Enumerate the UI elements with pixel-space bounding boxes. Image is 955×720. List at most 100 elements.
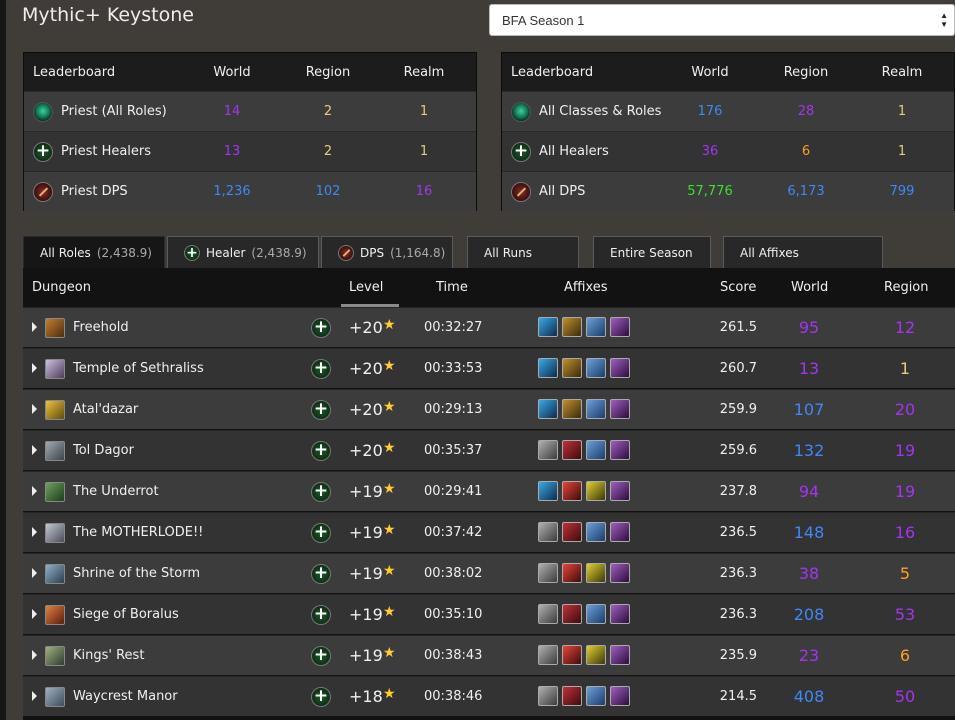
leaderboard-row[interactable]: All Classes & Roles 176 28 1 bbox=[502, 91, 954, 131]
star-icon: ★ bbox=[383, 563, 396, 579]
infested-affix-icon[interactable] bbox=[610, 686, 630, 706]
raging-affix-icon[interactable] bbox=[562, 645, 582, 665]
infested-affix-icon[interactable] bbox=[610, 604, 630, 624]
bolstering-affix-icon[interactable] bbox=[586, 645, 606, 665]
infested-affix-icon[interactable] bbox=[610, 481, 630, 501]
fortified-affix-icon[interactable] bbox=[586, 686, 606, 706]
sanguine-affix-icon[interactable] bbox=[562, 440, 582, 460]
leaderboard-row[interactable]: Priest (All Roles) 14 2 1 bbox=[24, 91, 476, 131]
table-row[interactable]: Waycrest Manor +18 ★ 00:38:46 214.5 408 … bbox=[23, 676, 955, 716]
realm-rank: 1 bbox=[897, 104, 907, 119]
fortified-affix-icon[interactable] bbox=[586, 358, 606, 378]
teeming-affix-icon[interactable] bbox=[538, 399, 558, 419]
tyrannical-affix-icon[interactable] bbox=[562, 317, 582, 337]
expand-arrow-icon[interactable] bbox=[32, 527, 37, 537]
table-row[interactable]: Shrine of the Storm +19 ★ 00:38:02 236.3… bbox=[23, 553, 955, 593]
world-rank: 132 bbox=[793, 441, 825, 460]
header-region[interactable]: Region bbox=[884, 280, 929, 295]
leaderboard-row[interactable]: All DPS 57,776 6,173 799 bbox=[502, 171, 954, 211]
header-level[interactable]: Level bbox=[349, 280, 383, 295]
infested-affix-icon[interactable] bbox=[610, 440, 630, 460]
header-world[interactable]: World bbox=[791, 280, 828, 295]
table-row[interactable]: The Underrot +19 ★ 00:29:41 237.8 94 19 bbox=[23, 471, 955, 511]
realm-rank: 1 bbox=[419, 144, 429, 159]
fortified-affix-icon[interactable] bbox=[586, 399, 606, 419]
leaderboard-row[interactable]: All Healers 36 6 1 bbox=[502, 131, 954, 171]
expand-arrow-icon[interactable] bbox=[32, 486, 37, 496]
infested-affix-icon[interactable] bbox=[610, 522, 630, 542]
header-dungeon[interactable]: Dungeon bbox=[32, 280, 91, 295]
tyrannical-affix-icon[interactable] bbox=[562, 358, 582, 378]
fortified-affix-icon[interactable] bbox=[586, 604, 606, 624]
infested-affix-icon[interactable] bbox=[610, 645, 630, 665]
table-row[interactable]: Atal'dazar +20 ★ 00:29:13 259.9 107 20 bbox=[23, 389, 955, 429]
affix-list bbox=[538, 358, 630, 378]
table-row[interactable]: Siege of Boralus +19 ★ 00:35:10 236.3 20… bbox=[23, 594, 955, 634]
quaking-affix-icon[interactable] bbox=[538, 686, 558, 706]
fortified-affix-icon[interactable] bbox=[586, 440, 606, 460]
affix-list bbox=[538, 317, 630, 337]
expand-arrow-icon[interactable] bbox=[32, 322, 37, 332]
quaking-affix-icon[interactable] bbox=[538, 645, 558, 665]
sanguine-affix-icon[interactable] bbox=[562, 522, 582, 542]
table-row[interactable]: The MOTHERLODE!! +19 ★ 00:37:42 236.5 14… bbox=[23, 512, 955, 552]
tyrannical-affix-icon[interactable] bbox=[562, 399, 582, 419]
sanguine-affix-icon[interactable] bbox=[562, 686, 582, 706]
expand-arrow-icon[interactable] bbox=[32, 404, 37, 414]
table-row[interactable]: Temple of Sethraliss +20 ★ 00:33:53 260.… bbox=[23, 348, 955, 388]
teeming-affix-icon[interactable] bbox=[538, 358, 558, 378]
tab-dps[interactable]: DPS (1,164.8) bbox=[321, 236, 453, 268]
infested-affix-icon[interactable] bbox=[610, 563, 630, 583]
leaderboard-row[interactable]: Priest DPS 1,236 102 16 bbox=[24, 171, 476, 211]
table-row[interactable]: Kings' Rest +19 ★ 00:38:43 235.9 23 6 bbox=[23, 635, 955, 675]
run-score: 236.5 bbox=[719, 525, 757, 540]
header-score[interactable]: Score bbox=[720, 280, 756, 295]
star-icon: ★ bbox=[383, 522, 396, 538]
sanguine-affix-icon[interactable] bbox=[562, 604, 582, 624]
quaking-affix-icon[interactable] bbox=[538, 440, 558, 460]
healer-role-icon bbox=[511, 140, 531, 162]
select-arrows-icon: ▲ ▼ bbox=[940, 11, 948, 29]
infested-affix-icon[interactable] bbox=[610, 399, 630, 419]
header-time[interactable]: Time bbox=[436, 280, 468, 295]
region-rank: 12 bbox=[894, 318, 916, 337]
teeming-affix-icon[interactable] bbox=[538, 481, 558, 501]
teeming-affix-icon[interactable] bbox=[538, 317, 558, 337]
raging-affix-icon[interactable] bbox=[562, 481, 582, 501]
world-rank: 148 bbox=[793, 523, 825, 542]
infested-affix-icon[interactable] bbox=[610, 358, 630, 378]
healer-role-icon bbox=[311, 439, 331, 461]
tab-all-roles[interactable]: All Roles (2,438.9) bbox=[23, 236, 165, 268]
bolstering-affix-icon[interactable] bbox=[586, 563, 606, 583]
tab-all-runs[interactable]: All Runs bbox=[467, 236, 579, 268]
tab-all-affixes[interactable]: All Affixes bbox=[723, 236, 883, 268]
expand-arrow-icon[interactable] bbox=[32, 609, 37, 619]
expand-arrow-icon[interactable] bbox=[32, 363, 37, 373]
region-rank: 53 bbox=[894, 605, 916, 624]
infested-affix-icon[interactable] bbox=[610, 317, 630, 337]
expand-arrow-icon[interactable] bbox=[32, 650, 37, 660]
expand-arrow-icon[interactable] bbox=[32, 691, 37, 701]
fortified-affix-icon[interactable] bbox=[586, 522, 606, 542]
bolstering-affix-icon[interactable] bbox=[586, 481, 606, 501]
region-rank: 28 bbox=[797, 104, 815, 119]
region-rank: 5 bbox=[899, 564, 911, 583]
table-row[interactable]: Tol Dagor +20 ★ 00:35:37 259.6 132 19 bbox=[23, 430, 955, 470]
quaking-affix-icon[interactable] bbox=[538, 563, 558, 583]
world-rank: 176 bbox=[697, 104, 723, 119]
raging-affix-icon[interactable] bbox=[562, 563, 582, 583]
keystone-level: +19 bbox=[349, 605, 383, 624]
run-score: 261.5 bbox=[719, 320, 757, 335]
expand-arrow-icon[interactable] bbox=[32, 445, 37, 455]
quaking-affix-icon[interactable] bbox=[538, 604, 558, 624]
tab-entire-season[interactable]: Entire Season bbox=[593, 236, 711, 268]
tab-healer[interactable]: Healer (2,438.9) bbox=[167, 236, 319, 268]
leaderboard-row[interactable]: Priest Healers 13 2 1 bbox=[24, 131, 476, 171]
season-select[interactable]: BFA Season 1 ▲ ▼ bbox=[489, 4, 955, 36]
expand-arrow-icon[interactable] bbox=[32, 568, 37, 578]
fortified-affix-icon[interactable] bbox=[586, 317, 606, 337]
table-row[interactable]: Freehold +20 ★ 00:32:27 261.5 95 12 bbox=[23, 307, 955, 347]
keystone-level: +19 bbox=[349, 564, 383, 583]
quaking-affix-icon[interactable] bbox=[538, 522, 558, 542]
dungeon-name: Tol Dagor bbox=[73, 443, 134, 458]
